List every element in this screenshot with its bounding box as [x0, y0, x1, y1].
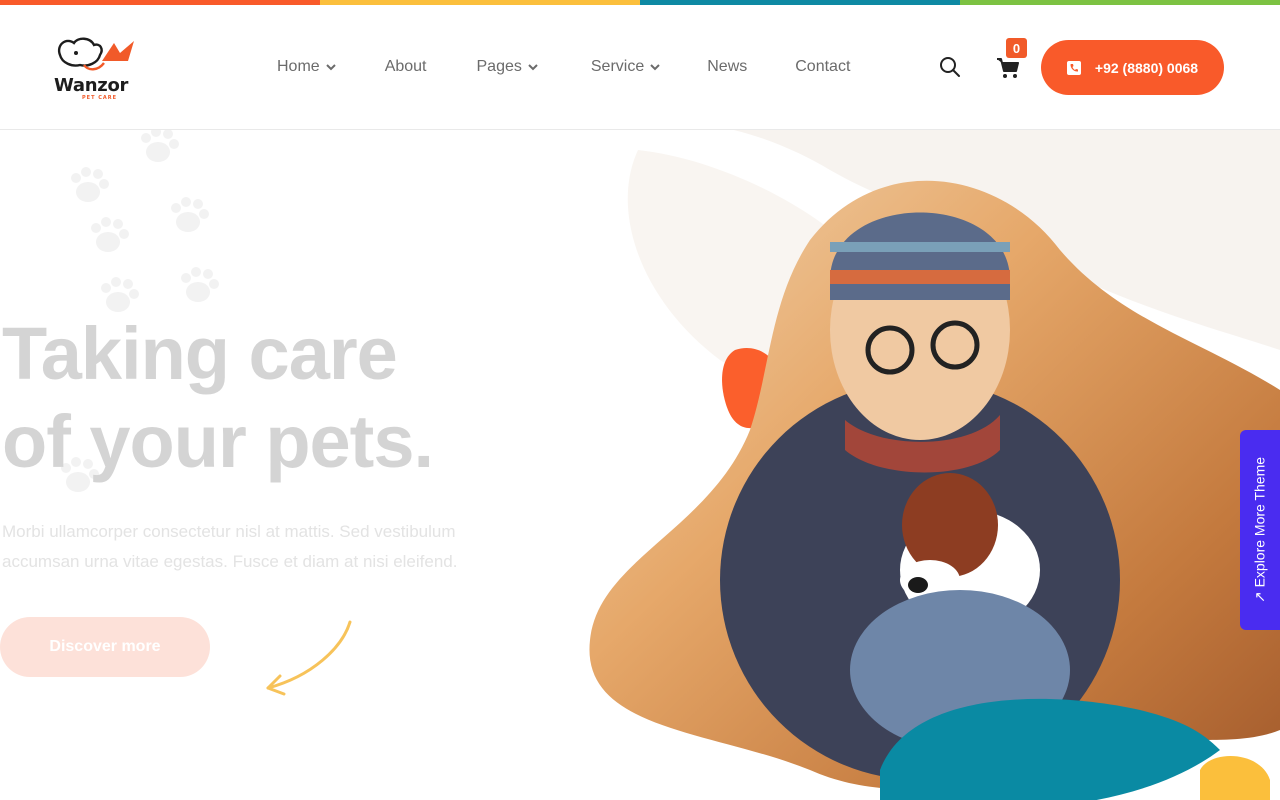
explore-more-theme-tab[interactable]: ↗ Explore More Theme — [1240, 430, 1280, 630]
discover-more-button[interactable]: Discover more — [0, 617, 210, 677]
nav-label: Service — [590, 58, 645, 75]
logo-mark-icon — [57, 37, 134, 71]
chevron-down-icon — [650, 64, 660, 71]
chevron-down-icon — [528, 64, 538, 71]
nav-label: Home — [277, 58, 320, 75]
hero-headline: Taking care of your pets. — [2, 310, 434, 486]
cart-icon[interactable] — [996, 57, 1020, 79]
brand-name: Wanzor — [54, 75, 129, 96]
hero-section: Taking care of your pets. Morbi ullamcor… — [0, 130, 1280, 800]
site-header: Wanzor PET CARE Home About Pages Service… — [0, 5, 1280, 130]
subtext-line-1: Morbi ullamcorper consectetur nisl at ma… — [2, 522, 456, 541]
cart-count-badge: 0 — [1006, 38, 1027, 58]
search-icon[interactable] — [938, 55, 962, 79]
nav-item-contact[interactable]: Contact — [795, 58, 850, 76]
chevron-down-icon — [325, 64, 336, 71]
nav-item-service[interactable]: Service — [591, 58, 661, 76]
phone-button[interactable]: +92 (8880) 0068 — [1041, 40, 1224, 95]
nav-label: About — [384, 58, 427, 75]
nav-item-news[interactable]: News — [707, 58, 747, 76]
nav-item-home[interactable]: Home — [277, 58, 337, 76]
nav-label: Pages — [476, 58, 522, 75]
brand-logo[interactable]: Wanzor PET CARE — [54, 35, 144, 105]
phone-icon — [1066, 60, 1081, 75]
headline-line-2: of your pets. — [2, 400, 434, 483]
phone-number: +92 (8880) 0068 — [1094, 59, 1199, 76]
nav-label: Contact — [795, 58, 851, 75]
nav-label: News — [707, 58, 748, 75]
hero-image-blob — [589, 130, 1280, 800]
nav-item-about[interactable]: About — [385, 58, 427, 76]
subtext-line-2: accumsan urna vitae egestas. Fusce et di… — [2, 552, 458, 571]
main-nav: Home About Pages Service News Contact — [277, 55, 850, 79]
nav-item-pages[interactable]: Pages — [477, 58, 539, 76]
explore-tab-label: ↗ Explore More Theme — [1251, 456, 1268, 604]
headline-line-1: Taking care — [2, 312, 398, 395]
brand-tagline: PET CARE — [82, 95, 118, 101]
curved-arrow-icon — [266, 620, 352, 696]
hero-subtext: Morbi ullamcorper consectetur nisl at ma… — [2, 517, 532, 577]
external-link-icon: ↗ — [1251, 587, 1268, 604]
